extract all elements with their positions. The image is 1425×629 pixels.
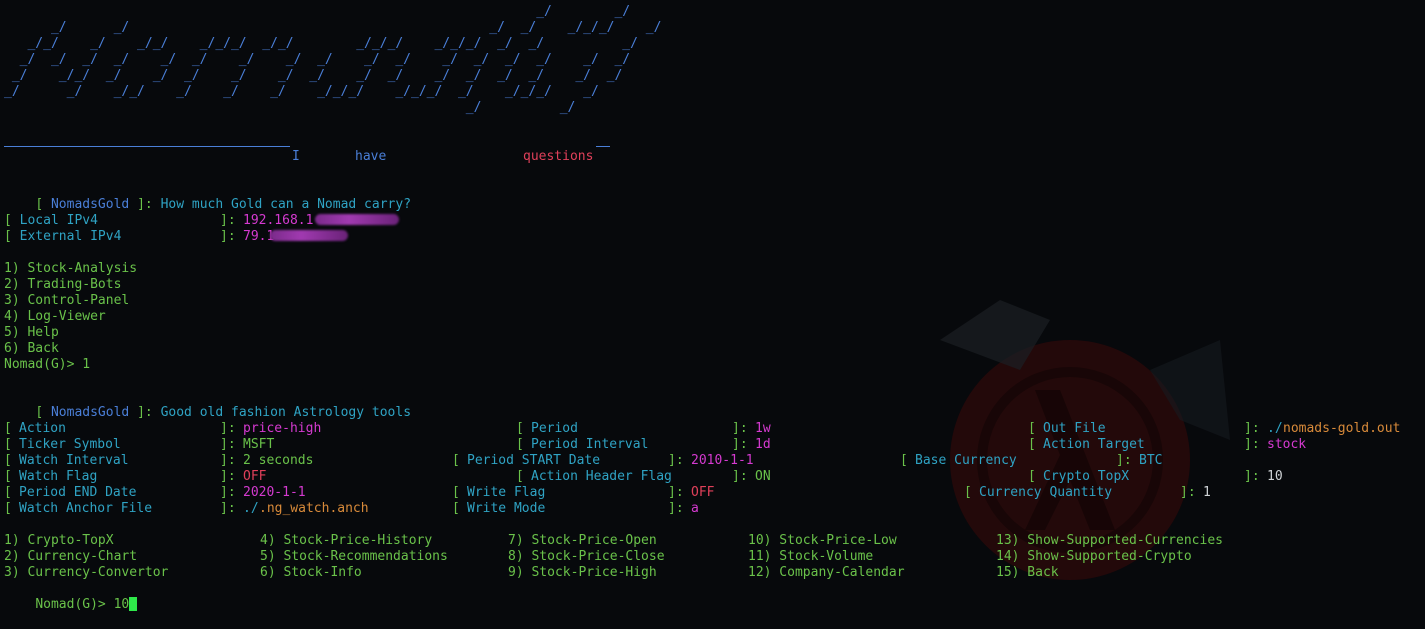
menu-item[interactable]: 3) Currency-Convertor [4, 565, 168, 581]
setting-label-write-flag: Write Flag [467, 485, 546, 500]
prompt: Nomad(G)> [4, 357, 75, 372]
header-message: Good old fashion Astrology tools [160, 405, 412, 420]
setting-value-watch-interval: 2 seconds [243, 453, 314, 468]
setting-label-watch-flag: Watch Flag [19, 469, 98, 484]
menu-item[interactable]: 5) Stock-Recommendations [260, 549, 448, 565]
external-ip-row: [ External IPv4 [4, 229, 122, 244]
setting-value-outfile-prefix: ./ [1267, 421, 1283, 436]
setting-value-period: 1w [755, 421, 771, 436]
setting-value-header-flag: ON [755, 469, 771, 484]
redaction-blur [315, 213, 399, 225]
tagline-word-1: I [292, 149, 300, 164]
tagline-word-3: questions [523, 149, 594, 164]
prompt-line-2[interactable]: Nomad(G)> 10 [4, 581, 138, 612]
setting-label-target: Action Target [1043, 437, 1145, 452]
menu-item[interactable]: 11) Stock-Volume [748, 549, 873, 565]
setting-label-period: Period [531, 421, 578, 436]
setting-value-ticker: MSFT [243, 437, 275, 452]
setting-label-header-flag: Action Header Flag [531, 469, 672, 484]
header-tag: NomadsGold [50, 197, 130, 212]
setting-label-watch-interval: Watch Interval [19, 453, 129, 468]
menu-item[interactable]: 5) Help [4, 325, 59, 341]
local-ip-row: [ Local IPv4 [4, 213, 98, 228]
setting-value-target: stock [1267, 437, 1307, 452]
menu-item[interactable]: 2) Trading-Bots [4, 277, 121, 293]
setting-label-base-currency: Base Currency [915, 453, 1017, 468]
prompt: Nomad(G)> [35, 597, 106, 612]
tagline-word-2: have [355, 149, 387, 164]
menu-item[interactable]: 12) Company-Calendar [748, 565, 905, 581]
prompt-input: 1 [82, 357, 91, 372]
local-ip-label: Local IPv4 [19, 213, 98, 228]
setting-value-write-flag: OFF [691, 485, 715, 500]
header-line-1: [ NomadsGold ]: How much Gold can a Noma… [35, 197, 412, 212]
setting-label-end-date: Period END Date [19, 485, 137, 500]
local-ip-value: 192.168.1 [243, 213, 314, 228]
menu-item[interactable]: 6) Stock-Info [260, 565, 362, 581]
setting-value-start-date: 2010-1-1 [691, 453, 754, 468]
banner-underline [4, 146, 290, 147]
setting-value-end-date: 2020-1-1 [243, 485, 306, 500]
prompt-input[interactable]: 10 [114, 597, 130, 612]
header-line-2: [ NomadsGold ]: Good old fashion Astrolo… [35, 405, 412, 420]
banner-ascii-art: _/ _/ _/ _/ _/ _/ _/_/_/ _/ _/_/ _/ _/_/… [4, 4, 662, 115]
prompt-line-1: Nomad(G)> 1 [4, 357, 90, 373]
menu-item[interactable]: 3) Control-Panel [4, 293, 129, 309]
header-message: How much Gold can a Nomad carry? [160, 197, 412, 212]
setting-value-interval: 1d [755, 437, 771, 452]
menu-item[interactable]: 7) Stock-Price-Open [508, 533, 657, 549]
setting-value-outfile: nomads-gold.out [1283, 421, 1401, 436]
menu-item[interactable]: 9) Stock-Price-High [508, 565, 657, 581]
menu-item[interactable]: 1) Stock-Analysis [4, 261, 137, 277]
menu-item[interactable]: 14) Show-Supported-Crypto [996, 549, 1192, 565]
menu-item[interactable]: 2) Currency-Chart [4, 549, 137, 565]
setting-label-interval: Period Interval [531, 437, 649, 452]
setting-value-base-currency: BTC [1139, 453, 1163, 468]
menu-item[interactable]: 1) Crypto-TopX [4, 533, 114, 549]
redaction-blur [270, 229, 348, 241]
setting-value-quantity: 1 [1203, 485, 1211, 500]
setting-value-anchor-prefix: ./ [243, 501, 259, 516]
menu-item[interactable]: 6) Back [4, 341, 59, 357]
menu-item[interactable]: 4) Log-Viewer [4, 309, 106, 325]
banner-underline-short [596, 146, 610, 147]
menu-item[interactable]: 4) Stock-Price-History [260, 533, 432, 549]
header-tag: NomadsGold [50, 405, 130, 420]
setting-value-anchor-file: .ng_watch.anch [259, 501, 369, 516]
menu-item[interactable]: 15) Back [996, 565, 1059, 581]
menu-item[interactable]: 8) Stock-Price-Close [508, 549, 665, 565]
setting-label-quantity: Currency Quantity [979, 485, 1113, 500]
setting-label-write-mode: Write Mode [467, 501, 546, 516]
cursor-block [129, 596, 138, 611]
setting-label-topx: Crypto TopX [1043, 469, 1130, 484]
external-ip-label: External IPv4 [19, 229, 122, 244]
setting-label-start-date: Period START Date [467, 453, 601, 468]
setting-label-outfile: Out File [1043, 421, 1106, 436]
setting-label-action: Action [19, 421, 66, 436]
setting-value-topx: 10 [1267, 469, 1283, 484]
terminal-window[interactable]: _/ _/ _/ _/ _/ _/ _/_/_/ _/ _/_/ _/ _/_/… [0, 0, 1425, 615]
setting-value-watch-flag: OFF [243, 469, 267, 484]
setting-value-action: price-high [243, 421, 322, 436]
setting-label-anchor-file: Watch Anchor File [19, 501, 153, 516]
setting-value-write-mode: a [691, 501, 699, 516]
setting-label-ticker: Ticker Symbol [19, 437, 121, 452]
menu-item[interactable]: 10) Stock-Price-Low [748, 533, 897, 549]
menu-item[interactable]: 13) Show-Supported-Currencies [996, 533, 1223, 549]
